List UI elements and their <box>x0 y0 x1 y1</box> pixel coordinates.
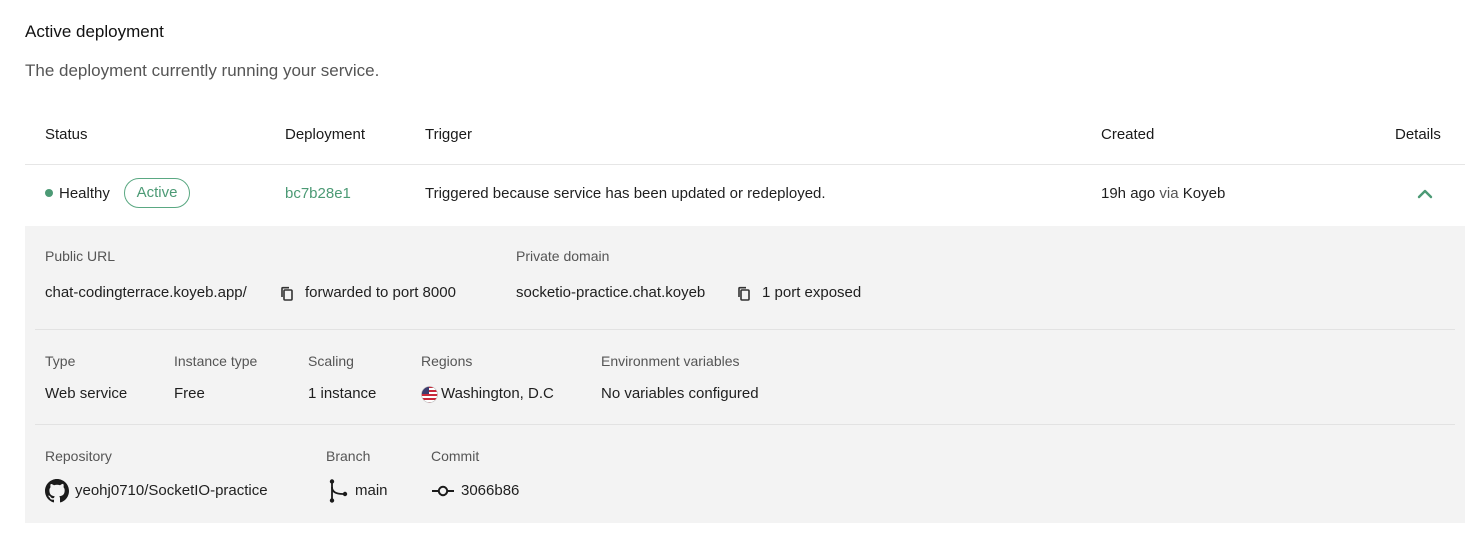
chevron-up-icon[interactable] <box>1416 186 1434 200</box>
type-label: Type <box>45 353 76 369</box>
git-branch-icon <box>326 478 350 504</box>
column-header-details: Details <box>1395 126 1441 143</box>
ports-exposed-text: 1 port exposed <box>762 284 862 301</box>
regions-label: Regions <box>421 353 473 369</box>
branch-value: main <box>355 482 388 499</box>
instance-type-value: Free <box>174 385 205 402</box>
env-vars-label: Environment variables <box>601 353 740 369</box>
repository-link[interactable]: yeohj0710/SocketIO-practice <box>75 482 268 499</box>
scaling-label: Scaling <box>308 353 354 369</box>
env-vars-value: No variables configured <box>601 385 759 402</box>
copy-icon[interactable] <box>280 286 294 302</box>
status-text: Healthy <box>59 185 110 202</box>
column-header-deployment: Deployment <box>285 126 366 143</box>
active-badge: Active <box>124 178 190 208</box>
column-header-status: Status <box>45 126 88 143</box>
section-title: Active deployment <box>25 22 164 41</box>
repository-label: Repository <box>45 448 112 464</box>
panel-divider <box>35 329 1455 330</box>
created-cell: 19h ago via Koyeb <box>1101 185 1225 202</box>
status-cell: Healthy <box>45 185 110 202</box>
column-header-trigger: Trigger <box>425 126 472 143</box>
instance-type-label: Instance type <box>174 353 258 369</box>
public-url-label: Public URL <box>45 248 116 264</box>
status-dot <box>45 189 53 198</box>
us-flag-icon <box>421 386 438 403</box>
created-via-label: via <box>1159 185 1179 202</box>
column-header-created: Created <box>1101 126 1155 143</box>
section-subtitle: The deployment currently running your se… <box>25 61 380 80</box>
github-icon <box>45 479 69 503</box>
created-ago: 19h ago <box>1101 185 1156 202</box>
private-domain-value: socketio-practice.chat.koyeb <box>516 284 706 301</box>
regions-value: Washington, D.C <box>441 385 554 402</box>
created-via: Koyeb <box>1182 185 1226 202</box>
scaling-value: 1 instance <box>308 385 377 402</box>
git-commit-icon <box>431 483 455 499</box>
branch-label: Branch <box>326 448 371 464</box>
trigger-text: Triggered because service has been updat… <box>425 185 826 202</box>
copy-icon[interactable] <box>737 286 751 302</box>
type-value: Web service <box>45 385 128 402</box>
forwarded-port-text: forwarded to port 8000 <box>305 284 456 301</box>
commit-label: Commit <box>431 448 480 464</box>
commit-link[interactable]: 3066b86 <box>461 482 519 499</box>
deployment-details-panel: Public URL chat-codingterrace.koyeb.app/… <box>25 226 1465 523</box>
panel-divider <box>35 424 1455 425</box>
private-domain-label: Private domain <box>516 248 610 264</box>
deployment-id-link[interactable]: bc7b28e1 <box>285 185 351 202</box>
public-url-link[interactable]: chat-codingterrace.koyeb.app/ <box>45 284 247 301</box>
header-divider <box>25 164 1465 165</box>
